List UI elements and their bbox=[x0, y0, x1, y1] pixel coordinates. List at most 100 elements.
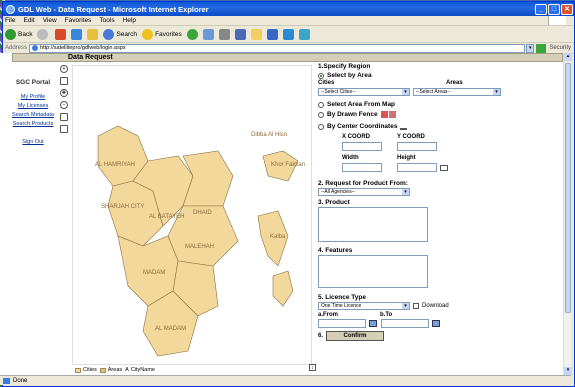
map-tools: + ✥ − bbox=[58, 65, 70, 137]
menu-edit[interactable]: Edit bbox=[23, 17, 34, 24]
map-view[interactable]: Dibba Al Hisn AL HAMRIYAH SHARJAH CITY A… bbox=[72, 65, 312, 365]
menu-help[interactable]: Help bbox=[123, 17, 136, 24]
radio-select-from-map[interactable] bbox=[318, 101, 324, 108]
go-button[interactable] bbox=[536, 43, 547, 53]
page-status-icon bbox=[3, 377, 10, 384]
messenger-icon[interactable] bbox=[266, 28, 278, 40]
identify-icon[interactable] bbox=[60, 125, 68, 133]
link-my-licenses[interactable]: My Licenses bbox=[12, 103, 54, 109]
forward-button[interactable] bbox=[37, 28, 50, 40]
agencies-select[interactable]: --All Agencies-- bbox=[318, 188, 410, 196]
map-region-east[interactable] bbox=[272, 270, 294, 307]
edit-icon[interactable] bbox=[234, 28, 246, 40]
map-svg: Dibba Al Hisn AL HAMRIYAH SHARJAH CITY A… bbox=[95, 125, 305, 357]
product-list[interactable] bbox=[318, 207, 428, 242]
print-icon[interactable] bbox=[218, 28, 230, 40]
menu-view[interactable]: View bbox=[43, 17, 57, 24]
apply-coords-icon[interactable] bbox=[440, 164, 448, 171]
height-input[interactable] bbox=[397, 163, 437, 172]
toolbar: Back Search Favorites bbox=[3, 26, 574, 43]
legend-cityname-icon: A bbox=[125, 367, 129, 373]
status-text: Done bbox=[13, 377, 28, 384]
draw-fence-icon[interactable] bbox=[380, 111, 388, 118]
security-label[interactable]: Security bbox=[549, 45, 571, 51]
width-input[interactable] bbox=[342, 163, 382, 172]
map-label-al-madam: AL MADAM bbox=[155, 326, 186, 332]
research-icon[interactable] bbox=[298, 28, 310, 40]
to-label: b.To bbox=[380, 312, 393, 318]
page-content: Data Request SGC Portal My Profile My Li… bbox=[0, 53, 563, 375]
zoom-in-icon[interactable]: + bbox=[60, 65, 68, 73]
refresh-icon[interactable] bbox=[71, 28, 83, 40]
coordinates-icon[interactable] bbox=[400, 123, 408, 130]
confirm-button[interactable]: Confirm bbox=[326, 331, 385, 341]
from-calendar-icon[interactable] bbox=[369, 320, 377, 327]
portal-sidebar: SGC Portal My Profile My Licenses Search… bbox=[12, 67, 54, 367]
search-button[interactable]: Search bbox=[103, 28, 137, 40]
media-icon[interactable] bbox=[282, 28, 294, 40]
request-form: 1.Specify Region Select by Area Cities A… bbox=[318, 63, 563, 341]
mail-icon[interactable] bbox=[202, 28, 214, 40]
option-center-coordinates[interactable]: By Center Coordinates bbox=[318, 123, 563, 130]
legend-areas-swatch bbox=[99, 367, 106, 373]
map-label-madam: MADAM bbox=[143, 270, 165, 276]
address-input[interactable]: http://satellitepro/gdlweb/login.aspx bbox=[29, 43, 526, 53]
address-dropdown[interactable]: ▾ bbox=[526, 43, 535, 53]
radio-center-coordinates[interactable] bbox=[318, 123, 324, 130]
map-refresh-icon[interactable]: ↕ bbox=[309, 364, 316, 371]
licence-select[interactable]: One Time Licence bbox=[318, 302, 410, 310]
scrollbar-thumb[interactable] bbox=[565, 63, 571, 313]
page-header: Data Request bbox=[12, 53, 563, 62]
option-select-by-area[interactable]: Select by Area bbox=[318, 72, 563, 79]
address-label: Address bbox=[5, 45, 28, 51]
history-icon[interactable] bbox=[186, 28, 198, 40]
title-bar: GDL Web - Data Request - Microsoft Inter… bbox=[3, 2, 574, 16]
menu-file[interactable]: File bbox=[5, 17, 15, 24]
home-icon[interactable] bbox=[87, 28, 99, 40]
page-icon bbox=[32, 45, 39, 51]
status-bar: Done bbox=[0, 375, 571, 385]
legend-cities-swatch bbox=[75, 367, 81, 373]
menu-tools[interactable]: Tools bbox=[99, 17, 114, 24]
map-label-dibba: Dibba Al Hisn bbox=[251, 132, 287, 138]
clear-fence-icon[interactable] bbox=[388, 111, 396, 118]
forward-arrow-icon bbox=[37, 28, 49, 40]
from-date-input[interactable] bbox=[318, 319, 366, 328]
folder-icon[interactable] bbox=[250, 28, 262, 40]
cities-select[interactable]: --Select Cities-- bbox=[318, 88, 410, 96]
zoom-box-icon[interactable] bbox=[60, 77, 68, 85]
map-label-malehah: MALEHAH bbox=[185, 244, 214, 250]
stop-icon[interactable] bbox=[55, 28, 67, 40]
maximize-button[interactable]: □ bbox=[548, 3, 560, 15]
ycoord-input[interactable] bbox=[397, 142, 437, 151]
radio-drawn-fence[interactable] bbox=[318, 111, 324, 118]
xcoord-input[interactable] bbox=[342, 142, 382, 151]
menu-favorites[interactable]: Favorites bbox=[65, 17, 92, 24]
radio-select-by-area[interactable] bbox=[318, 72, 324, 79]
link-search-products[interactable]: Search Products bbox=[12, 121, 54, 127]
to-date-input[interactable] bbox=[381, 319, 429, 328]
section-request-product: 2. Request for Product From: bbox=[318, 180, 408, 187]
section-specify-region: 1.Specify Region bbox=[318, 63, 371, 70]
zoom-out-icon[interactable]: − bbox=[60, 101, 68, 109]
option-drawn-fence[interactable]: By Drawn Fence bbox=[318, 111, 563, 118]
back-button[interactable]: Back bbox=[5, 28, 32, 40]
features-list[interactable] bbox=[318, 255, 428, 288]
link-sign-out[interactable]: Sign Out bbox=[12, 139, 54, 145]
map-label-khor-fakkan: Khor Fakkan bbox=[271, 162, 305, 168]
back-arrow-icon bbox=[5, 28, 16, 40]
link-search-metadata[interactable]: Search Metadata bbox=[12, 112, 54, 118]
option-select-from-map[interactable]: Select Area From Map bbox=[318, 101, 563, 108]
close-button[interactable]: ✕ bbox=[561, 3, 573, 15]
favorites-button[interactable]: Favorites bbox=[142, 28, 182, 40]
minimize-button[interactable]: _ bbox=[535, 3, 547, 15]
pan-icon[interactable]: ✥ bbox=[60, 89, 68, 97]
page-scrollbar[interactable]: ▴ ▾ bbox=[563, 53, 572, 375]
areas-select[interactable]: --Select Areas-- bbox=[413, 88, 501, 96]
windows-flag-icon bbox=[548, 16, 566, 25]
full-extent-icon[interactable] bbox=[60, 113, 68, 121]
to-calendar-icon[interactable] bbox=[432, 320, 440, 327]
download-checkbox[interactable] bbox=[413, 303, 419, 309]
link-my-profile[interactable]: My Profile bbox=[12, 94, 54, 100]
height-label: Height bbox=[397, 155, 416, 161]
